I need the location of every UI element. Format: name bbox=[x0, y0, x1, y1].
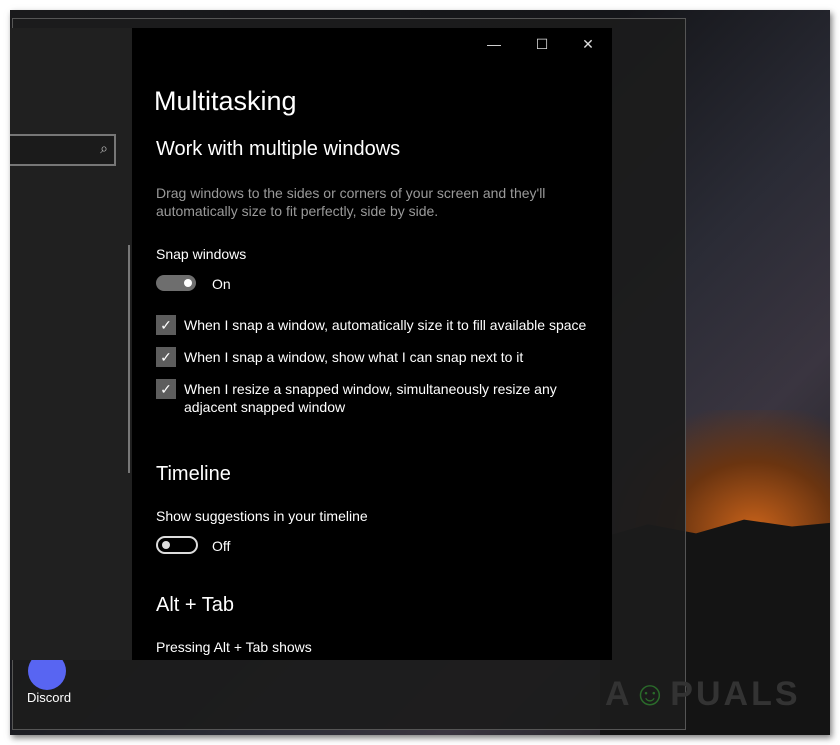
search-input[interactable]: ⌕ bbox=[10, 134, 116, 166]
alttab-heading: Alt + Tab bbox=[156, 594, 235, 616]
settings-content: — ☐ ✕ Multitasking Work with multiple wi… bbox=[132, 28, 612, 660]
timeline-toggle-state: Off bbox=[212, 538, 231, 554]
snap-fill-label: When I snap a window, automatically size… bbox=[184, 317, 587, 333]
snap-assist-label: When I snap a window, show what I can sn… bbox=[184, 349, 524, 365]
maximize-button[interactable]: ☐ bbox=[532, 36, 552, 53]
snap-fill-checkbox[interactable]: ✓ bbox=[156, 315, 176, 335]
minimize-button[interactable]: — bbox=[484, 36, 504, 52]
snap-assist-checkbox[interactable]: ✓ bbox=[156, 347, 176, 367]
scrollbar[interactable] bbox=[128, 245, 130, 473]
timeline-heading: Timeline bbox=[156, 463, 231, 485]
snap-description: Drag windows to the sides or corners of … bbox=[156, 185, 546, 201]
snap-toggle-state: On bbox=[212, 276, 231, 292]
timeline-toggle[interactable] bbox=[156, 536, 198, 554]
timeline-label: Show suggestions in your timeline bbox=[156, 508, 368, 524]
discord-label[interactable]: Discord bbox=[27, 690, 71, 705]
snap-label: Snap windows bbox=[156, 246, 247, 262]
snap-resize-checkbox[interactable]: ✓ bbox=[156, 379, 176, 399]
watermark: A☺PUALS bbox=[605, 675, 801, 713]
snap-resize-label: When I resize a snapped window, simultan… bbox=[184, 381, 557, 397]
close-button[interactable]: ✕ bbox=[578, 36, 598, 53]
snap-description-2: automatically size to fit perfectly, sid… bbox=[156, 203, 439, 219]
alttab-label: Pressing Alt + Tab shows bbox=[156, 639, 312, 655]
search-icon: ⌕ bbox=[100, 140, 108, 156]
snap-resize-label-2: adjacent snapped window bbox=[184, 399, 346, 415]
snap-heading: Work with multiple windows bbox=[156, 138, 401, 160]
settings-nav-pane bbox=[10, 28, 132, 660]
page-title: Multitasking bbox=[154, 86, 297, 116]
snap-toggle[interactable] bbox=[156, 275, 196, 291]
